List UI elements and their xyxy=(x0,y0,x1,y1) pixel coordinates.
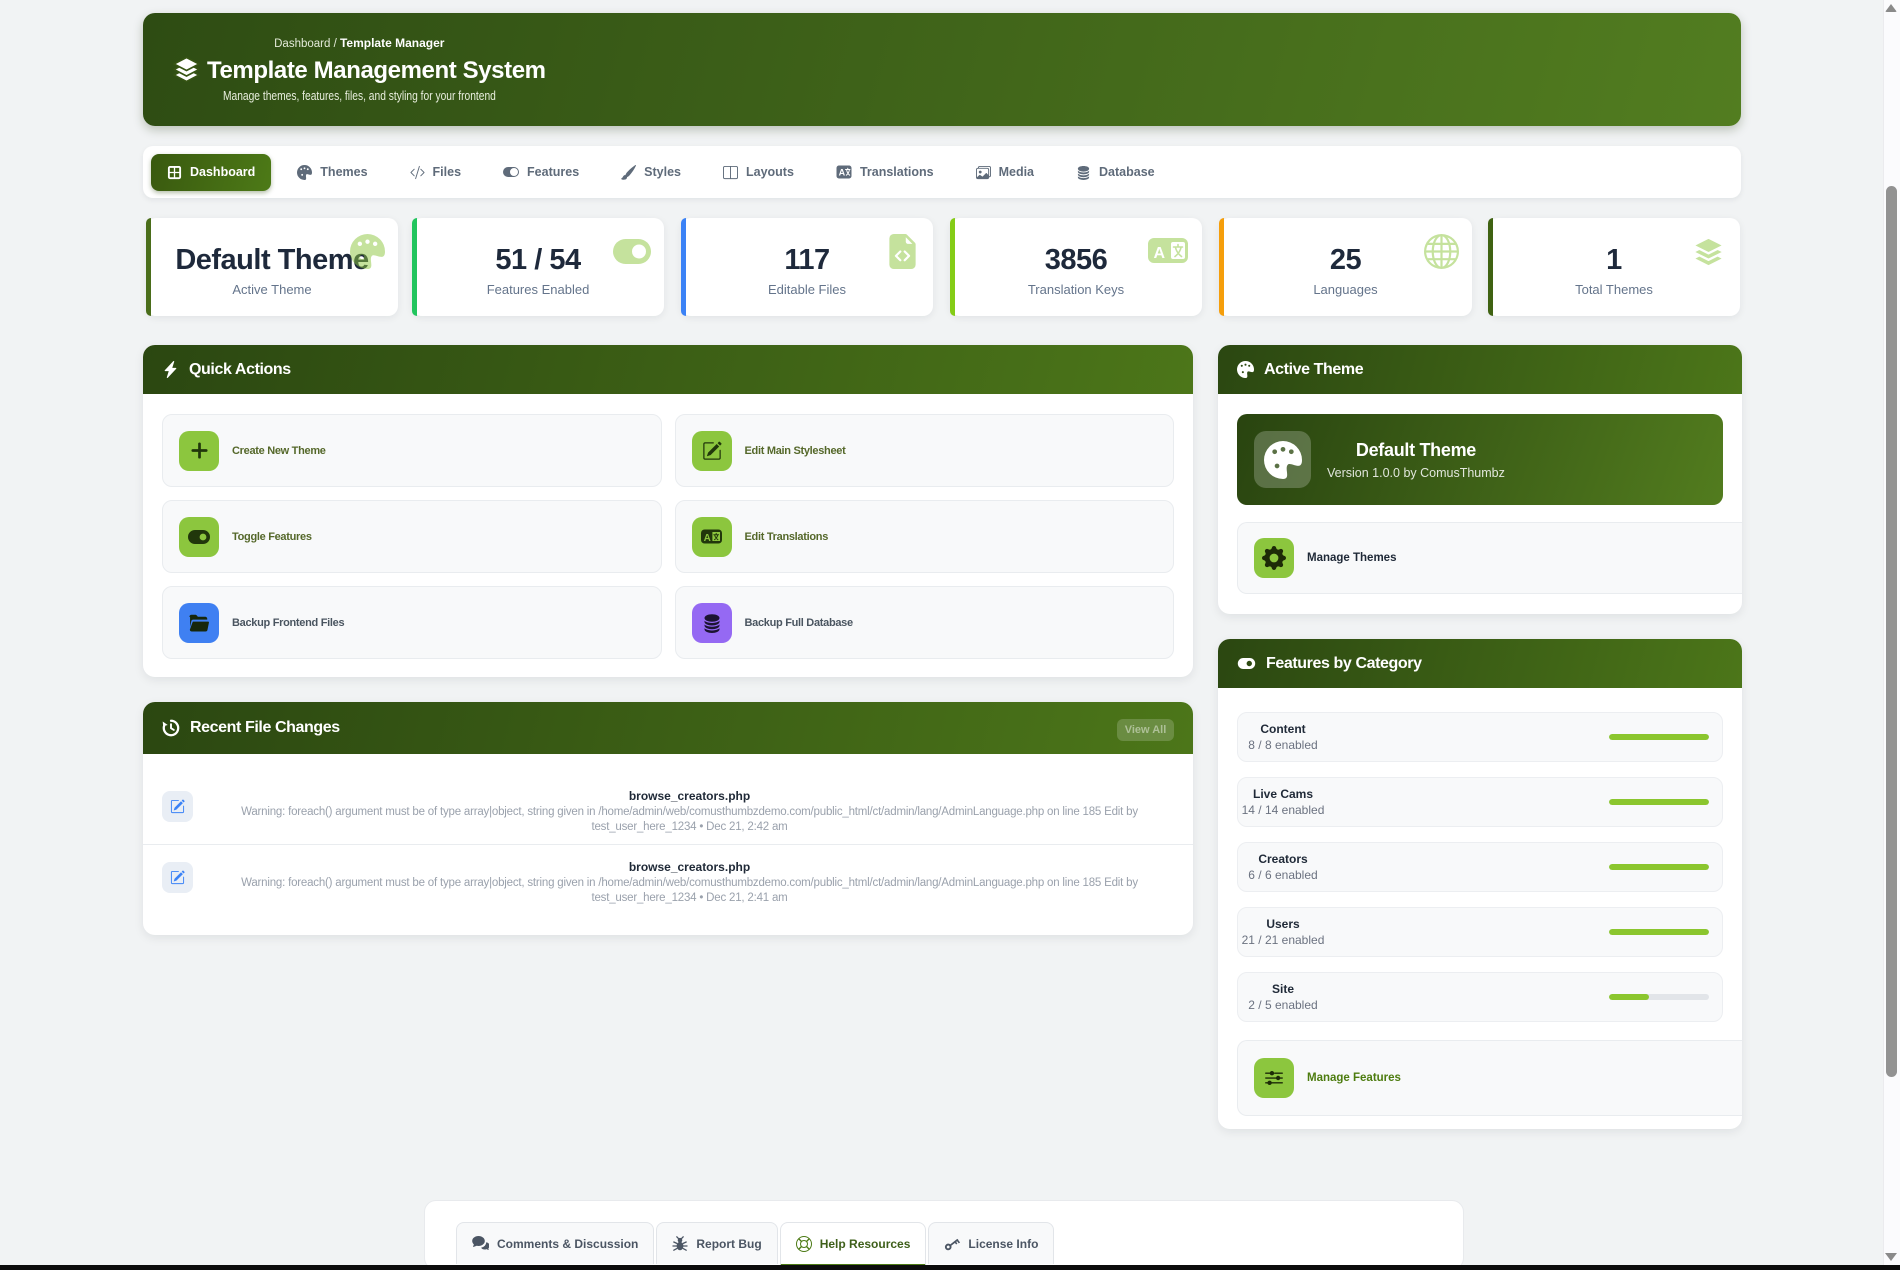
svg-text:A: A xyxy=(1154,245,1166,262)
svg-text:A: A xyxy=(704,533,711,544)
svg-text:A: A xyxy=(839,168,846,178)
